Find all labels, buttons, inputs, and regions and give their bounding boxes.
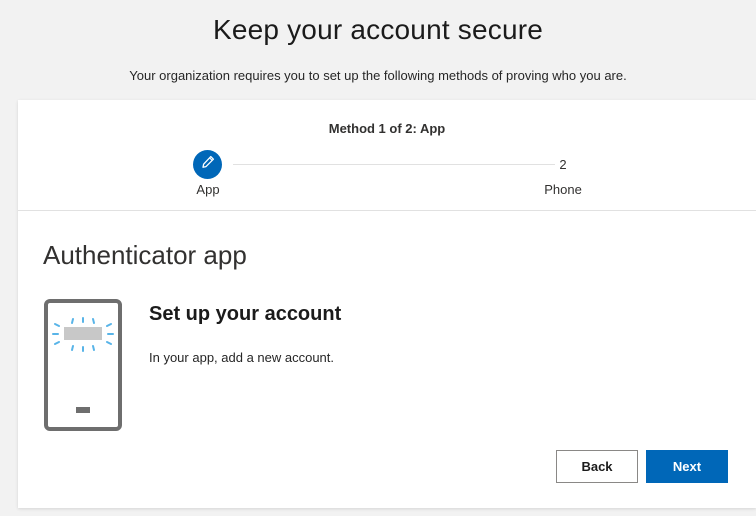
section-title: Authenticator app	[43, 240, 247, 270]
stepper-line	[233, 164, 555, 165]
step-2-number: 2	[559, 157, 567, 172]
step-2-label: Phone	[544, 182, 582, 197]
step-1-indicator	[193, 150, 222, 179]
method-label: Method 1 of 2: App	[328, 121, 446, 136]
setup-heading: Set up your account	[149, 303, 342, 325]
setup-card: Method 1 of 2: App App 2 Phone Authentic…	[18, 100, 756, 508]
page: Keep your account secure Your organizati…	[0, 0, 756, 516]
next-button[interactable]: Next	[646, 450, 728, 483]
pencil-icon	[201, 155, 215, 174]
step-1-label: App	[196, 182, 220, 197]
page-title: Keep your account secure	[212, 14, 544, 45]
back-button[interactable]: Back	[556, 450, 638, 483]
page-subtitle: Your organization requires you to set up…	[129, 68, 627, 83]
method-progress: Method 1 of 2: App App 2 Phone	[18, 100, 756, 211]
setup-description: In your app, add a new account.	[149, 350, 335, 365]
phone-icon	[44, 299, 124, 431]
